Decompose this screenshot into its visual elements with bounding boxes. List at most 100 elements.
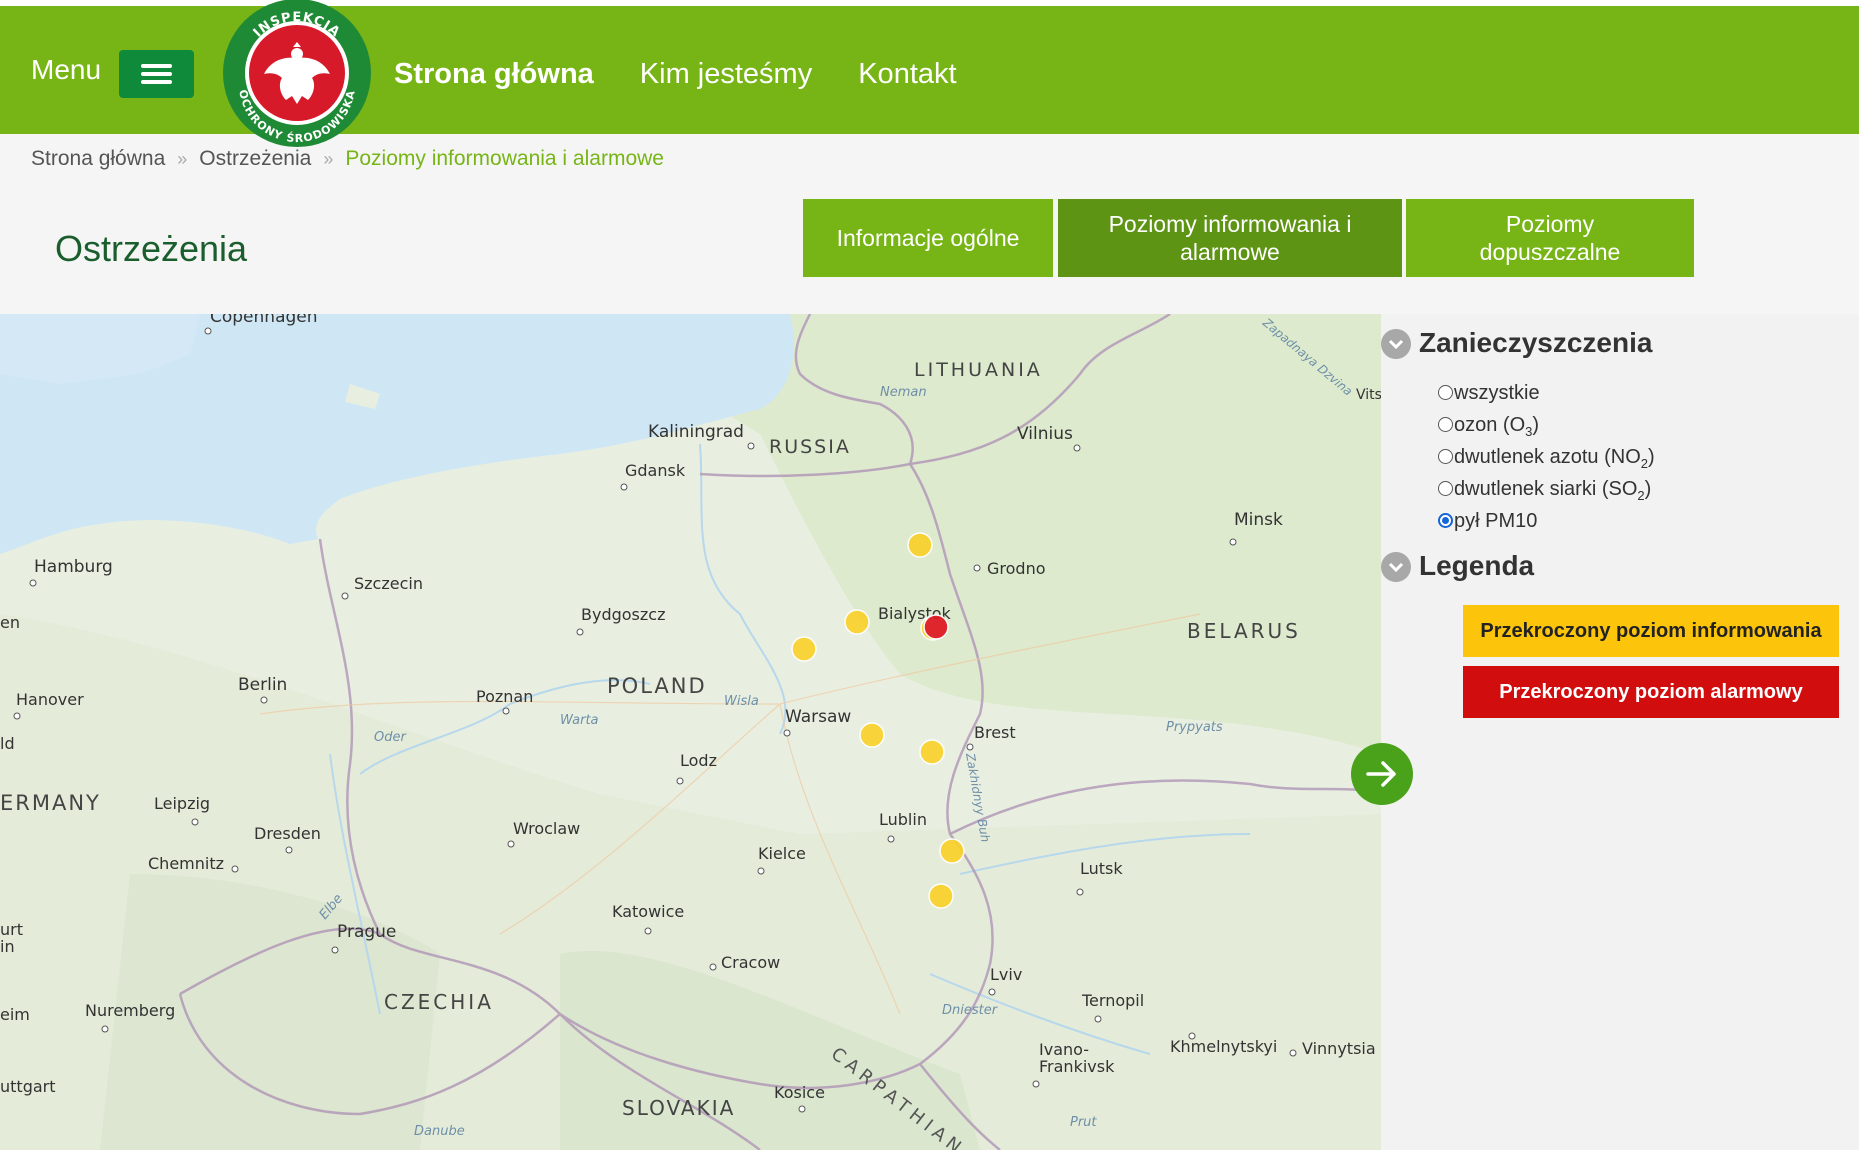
pollutants-title: Zanieczyszczenia xyxy=(1419,327,1653,358)
logo[interactable]: INSPEKCJA OCHRONY ŚRODOWISKA xyxy=(222,0,372,148)
legend-title: Legenda xyxy=(1419,550,1535,581)
map-label-lutsk: Lutsk xyxy=(1080,859,1123,878)
tab-permitted-levels[interactable]: Poziomy dopuszczalne xyxy=(1406,199,1694,277)
option-pm10[interactable]: pył PM10 xyxy=(1438,510,1537,533)
radio-button[interactable] xyxy=(1438,417,1453,432)
map-label-szczecin: Szczecin xyxy=(354,574,423,593)
nav-home[interactable]: Strona główna xyxy=(394,58,594,91)
menu-button[interactable] xyxy=(119,50,194,98)
map-label-lublin: Lublin xyxy=(879,810,927,829)
breadcrumb-separator: » xyxy=(323,149,334,169)
map-label-kaliningrad: Kaliningrad xyxy=(648,422,744,442)
map-label-ternopil: Ternopil xyxy=(1081,991,1144,1010)
tab-general-info[interactable]: Informacje ogólne xyxy=(803,199,1053,277)
map-label-kosice: Kosice xyxy=(774,1083,825,1102)
map-label-in: in xyxy=(0,937,15,956)
option-subscript: 2 xyxy=(1640,456,1648,471)
map-label-katowice: Katowice xyxy=(612,902,684,921)
map-label-brest: Brest xyxy=(974,723,1016,742)
map-label-lodz: Lodz xyxy=(680,751,717,770)
station-marker-red[interactable] xyxy=(923,614,949,640)
station-marker-yellow[interactable] xyxy=(907,532,933,558)
map-label-copenhagen: Copenhagen xyxy=(210,314,318,327)
map-label-vits: Vits xyxy=(1356,387,1381,403)
map-label-czechia: CZECHIA xyxy=(384,990,494,1014)
option-label-tail: ) xyxy=(1644,478,1652,500)
map-label-poznan: Poznan xyxy=(476,687,533,706)
map-label-stuttgart: uttgart xyxy=(0,1077,56,1096)
option-so2[interactable]: dwutlenek siarki (SO2) xyxy=(1438,478,1652,503)
side-panel: Zanieczyszczenia wszystkie ozon (O3) dwu… xyxy=(1381,314,1859,1150)
map-label-frankivsk: Frankivsk xyxy=(1039,1057,1115,1076)
breadcrumb-home[interactable]: Strona główna xyxy=(31,147,165,170)
pollutants-section-header[interactable]: Zanieczyszczenia xyxy=(1381,327,1653,359)
map-label-warta: Warta xyxy=(560,713,599,728)
map-label-wroclaw: Wroclaw xyxy=(513,819,580,838)
hamburger-icon xyxy=(141,64,172,68)
hamburger-icon xyxy=(141,80,172,84)
map-label-belarus: BELARUS xyxy=(1187,619,1301,643)
map-label-cracow: Cracow xyxy=(721,953,780,972)
map-label-slovakia: SLOVAKIA xyxy=(622,1096,735,1120)
nav-contact[interactable]: Kontakt xyxy=(858,58,956,91)
option-label: wszystkie xyxy=(1454,382,1540,404)
breadcrumb: Strona główna » Ostrzeżenia » Poziomy inform… xyxy=(31,147,664,171)
arrow-right-button[interactable] xyxy=(1351,743,1413,805)
station-marker-yellow[interactable] xyxy=(919,739,945,765)
arrow-right-icon xyxy=(1366,761,1396,787)
radio-button[interactable] xyxy=(1438,385,1453,400)
map-label-bydgoszcz: Bydgoszcz xyxy=(581,605,665,624)
radio-button[interactable] xyxy=(1438,449,1453,464)
station-marker-yellow[interactable] xyxy=(859,722,885,748)
map-label-en: en xyxy=(0,613,20,632)
legend-section-header[interactable]: Legenda xyxy=(1381,550,1535,582)
map[interactable]: Copenhagen LITHUANIA Neman Kaliningrad R… xyxy=(0,314,1381,1150)
map-label-pripyat: Prypyats xyxy=(1166,720,1223,735)
menu-label: Menu xyxy=(31,54,102,85)
main-nav: Strona główna Kim jesteśmy Kontakt xyxy=(394,58,957,91)
legend-info-level: Przekroczony poziom informowania xyxy=(1463,605,1839,657)
map-label-nuremberg: Nuremberg xyxy=(85,1001,175,1020)
hamburger-icon xyxy=(141,72,172,76)
map-label-prut: Prut xyxy=(1070,1115,1097,1130)
page-title: Ostrzeżenia xyxy=(55,228,248,269)
map-label-neman: Neman xyxy=(880,385,927,400)
legend-alarm-level: Przekroczony poziom alarmowy xyxy=(1463,666,1839,718)
nav-about[interactable]: Kim jesteśmy xyxy=(640,58,812,91)
option-ozone[interactable]: ozon (O3) xyxy=(1438,414,1540,439)
chevron-down-icon xyxy=(1381,552,1411,582)
map-label-hanover: Hanover xyxy=(16,690,84,709)
option-label: ozon (O xyxy=(1454,414,1526,436)
map-label-germany: ERMANY xyxy=(0,791,101,815)
map-label-berlin: Berlin xyxy=(238,675,287,695)
map-label-khmelnytskyi: Khmelnytskyi xyxy=(1170,1037,1277,1056)
map-label-ld: ld xyxy=(0,734,15,753)
breadcrumb-warnings[interactable]: Ostrzeżenia xyxy=(199,147,311,170)
map-label-dresden: Dresden xyxy=(254,824,321,843)
map-label-dniester: Dniester xyxy=(942,1003,999,1018)
option-label: dwutlenek azotu (NO xyxy=(1454,446,1641,468)
map-label-poland: POLAND xyxy=(607,674,707,698)
breadcrumb-separator: » xyxy=(177,149,188,169)
map-label-gdansk: Gdansk xyxy=(625,461,686,480)
tab-alert-levels[interactable]: Poziomy informowania i alarmowe xyxy=(1058,199,1402,277)
map-label-leipzig: Leipzig xyxy=(154,794,210,813)
station-marker-yellow[interactable] xyxy=(844,609,870,635)
map-label-chemnitz: Chemnitz xyxy=(148,854,224,873)
station-marker-yellow[interactable] xyxy=(791,636,817,662)
option-all[interactable]: wszystkie xyxy=(1438,382,1540,405)
radio-button[interactable] xyxy=(1438,481,1453,496)
option-label: dwutlenek siarki (SO xyxy=(1454,478,1638,500)
map-label-lviv: Lviv xyxy=(990,965,1022,984)
option-label-tail: ) xyxy=(1648,446,1655,468)
map-label-danube: Danube xyxy=(414,1124,465,1139)
map-canvas[interactable]: Copenhagen LITHUANIA Neman Kaliningrad R… xyxy=(0,314,1381,1150)
station-marker-yellow[interactable] xyxy=(939,838,965,864)
option-label-tail: ) xyxy=(1532,414,1540,436)
map-label-kielce: Kielce xyxy=(758,844,806,863)
map-label-grodno: Grodno xyxy=(987,559,1046,578)
radio-button-checked[interactable] xyxy=(1438,513,1453,528)
map-label-oder: Oder xyxy=(374,730,407,745)
station-marker-yellow[interactable] xyxy=(928,883,954,909)
option-no2[interactable]: dwutlenek azotu (NO2) xyxy=(1438,446,1655,471)
